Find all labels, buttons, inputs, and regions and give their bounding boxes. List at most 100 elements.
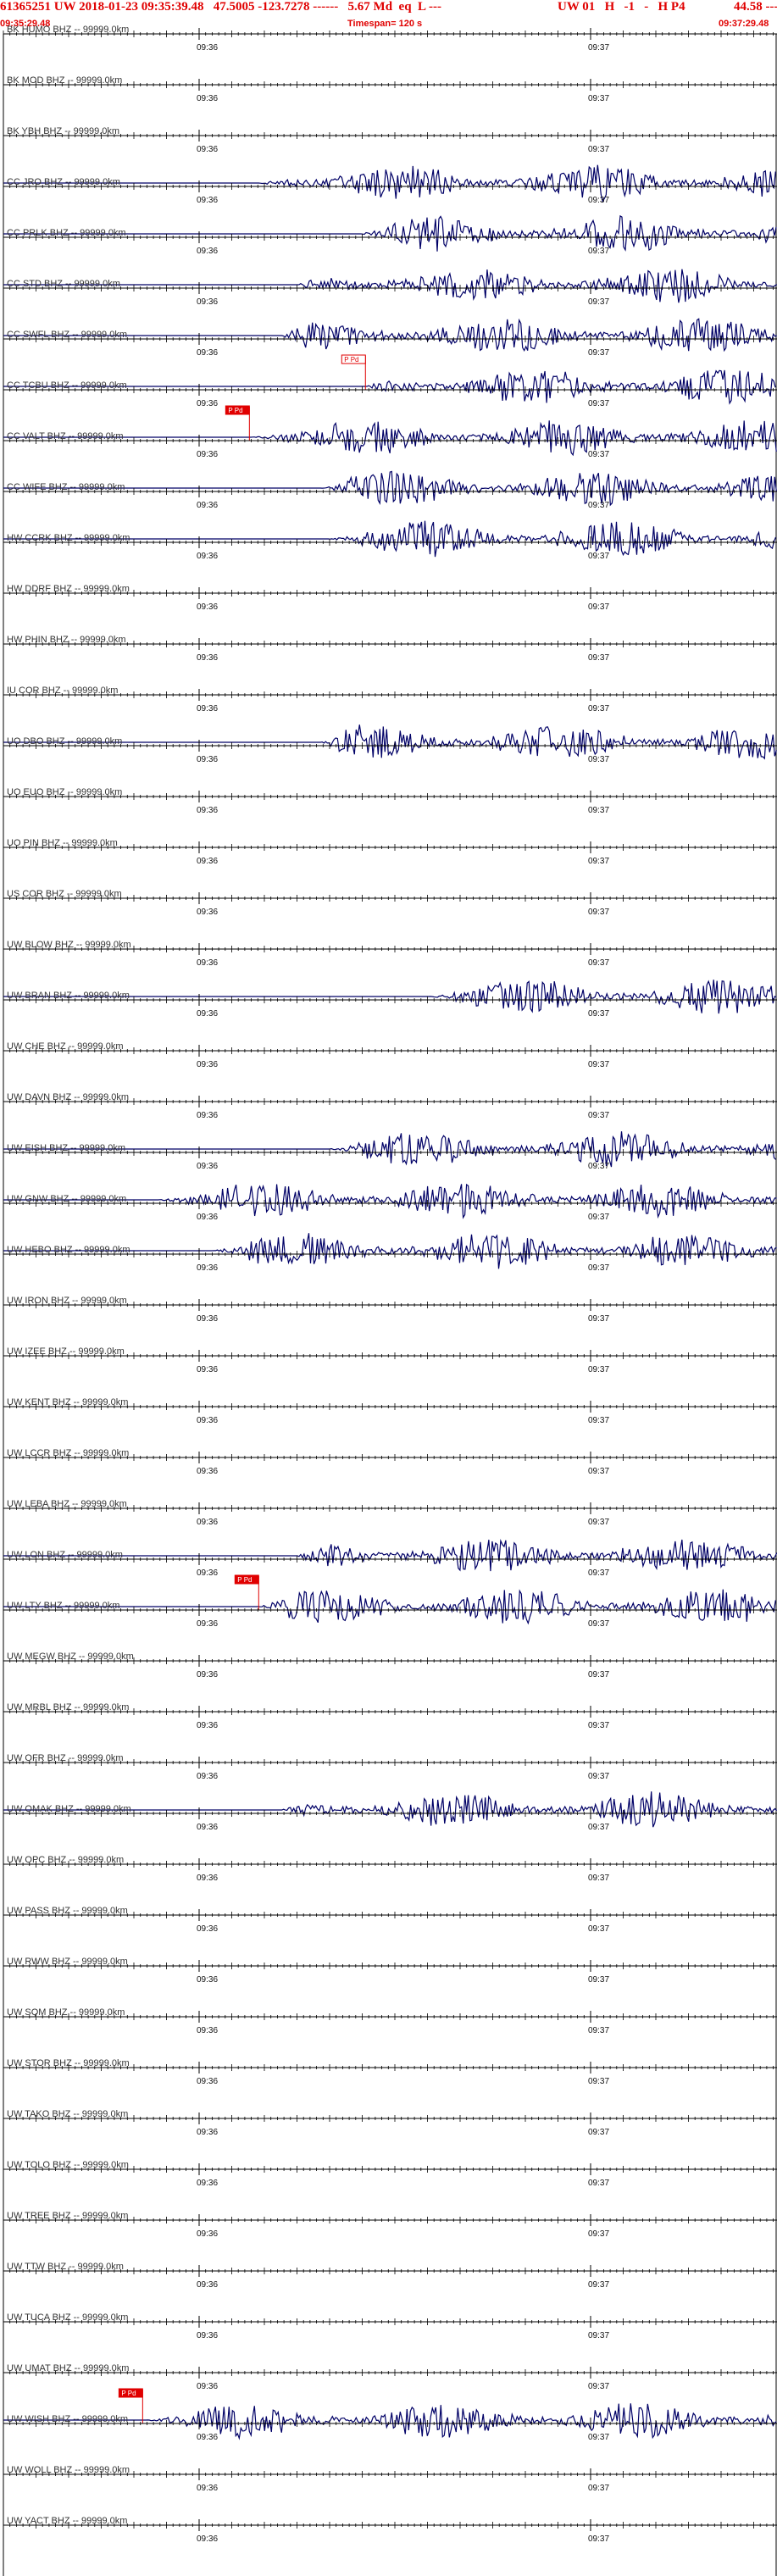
time-label: 09:37 [588,1314,609,1324]
channel-label: UW GNW BHZ -- 99999.0km [7,1194,126,1204]
time-label: 09:36 [197,450,218,459]
time-label: 09:36 [197,1975,218,1985]
time-label: 09:36 [197,602,218,612]
channel-label: HW PHIN BHZ -- 99999.0km [7,635,126,645]
time-label: 09:36 [197,1263,218,1273]
time-label: 09:36 [197,1619,218,1629]
time-label: 09:36 [197,704,218,713]
time-label: 09:37 [588,2534,609,2544]
time-label: 09:37 [588,1518,609,1527]
time-label: 09:37 [588,806,609,815]
time-label: 09:36 [197,247,218,256]
pick-label: P Pd [237,1576,252,1584]
time-label: 09:36 [197,653,218,663]
time-label: 09:37 [588,247,609,256]
channel-label: UW BRAN BHZ -- 99999.0km [7,991,130,1001]
time-label: 09:37 [588,1162,609,1171]
time-label: 09:36 [197,1009,218,1019]
time-label: 09:37 [588,1924,609,1934]
channel-label: CC WIFE BHZ -- 99999.0km [7,482,125,492]
channel-label: CC JRO BHZ -- 99999.0km [7,177,120,187]
channel-label: UW MRBL BHZ -- 99999.0km [7,1702,129,1713]
time-label: 09:36 [197,1416,218,1425]
time-label: 09:37 [588,958,609,968]
time-label: 09:37 [588,2077,609,2086]
channel-label: UW TTW BHZ -- 99999.0km [7,2262,124,2272]
time-label: 09:36 [197,2382,218,2391]
channel-label: HW CCRK BHZ -- 99999.0km [7,533,130,543]
time-label: 09:37 [588,857,609,866]
pick-label: P Pd [228,407,242,414]
channel-label: BK YBH BHZ -- 99999.0km [7,126,119,136]
time-label: 09:36 [197,1823,218,1832]
channel-label: UW YACT BHZ -- 99999.0km [7,2516,127,2526]
channel-label: UW IRON BHZ -- 99999.0km [7,1296,127,1306]
time-label: 09:37 [588,196,609,205]
time-label: 09:37 [588,399,609,408]
channel-label: UO DBO BHZ -- 99999.0km [7,736,122,747]
time-label: 09:36 [197,1568,218,1578]
channel-label: UW OMAK BHZ -- 99999.0km [7,1804,131,1814]
channel-label: UW BLOW BHZ -- 99999.0km [7,940,131,950]
time-label: 09:36 [197,2179,218,2188]
time-label: 09:37 [588,1467,609,1476]
time-label: 09:36 [197,2331,218,2340]
time-label: 09:36 [197,94,218,103]
channel-label: UW WISH BHZ -- 99999.0km [7,2414,128,2424]
time-label: 09:37 [588,1009,609,1019]
time-label: 09:36 [197,1772,218,1781]
time-label: 09:37 [588,1568,609,1578]
channel-label: UW STOR BHZ -- 99999.0km [7,2058,130,2068]
time-label: 09:37 [588,501,609,510]
channel-label: UW CHE BHZ -- 99999.0km [7,1041,124,1052]
time-label: 09:37 [588,2026,609,2035]
channel-label: UW TOLO BHZ -- 99999.0km [7,2160,129,2170]
time-label: 09:36 [197,1518,218,1527]
channel-label: UW TUCA BHZ -- 99999.0km [7,2312,128,2323]
channel-label: BK MOD BHZ -- 99999.0km [7,75,122,86]
time-label: 09:37 [588,2484,609,2493]
time-label: 09:37 [588,1670,609,1679]
time-label: 09:36 [197,552,218,561]
channel-label: UW WOLL BHZ -- 99999.0km [7,2465,130,2475]
channel-label: UW TREE BHZ -- 99999.0km [7,2211,128,2221]
channel-label: UW LCCR BHZ -- 99999.0km [7,1448,129,1458]
seismogram-plot: 09:36 09:37 BK HUMO BHZ -- 99999.0km 09:36 0… [3,25,777,2576]
channel-label: UW PASS BHZ -- 99999.0km [7,1906,128,1916]
time-label: 09:36 [197,2026,218,2035]
time-label: 09:36 [197,806,218,815]
time-label: 09:37 [588,2128,609,2137]
channel-label: UO PIN BHZ -- 99999.0km [7,838,118,848]
time-label: 09:37 [588,908,609,917]
time-label: 09:36 [197,1874,218,1883]
time-label: 09:36 [197,1924,218,1934]
time-label: 09:36 [197,1365,218,1374]
pick-label: P Pd [344,356,358,364]
time-label: 09:37 [588,1060,609,1069]
channel-label: UW SQM BHZ -- 99999.0km [7,2007,125,2018]
time-label: 09:37 [588,2280,609,2290]
time-label: 09:37 [588,2382,609,2391]
time-label: 09:36 [197,1314,218,1324]
time-label: 09:36 [197,2534,218,2544]
time-label: 09:37 [588,297,609,307]
time-label: 09:37 [588,1619,609,1629]
time-label: 09:37 [588,1823,609,1832]
time-label: 09:37 [588,755,609,764]
time-label: 09:37 [588,1721,609,1730]
time-label: 09:37 [588,2179,609,2188]
channel-label: UO EUO BHZ -- 99999.0km [7,787,122,797]
time-label: 09:37 [588,1213,609,1222]
channel-label: UW LON BHZ -- 99999.0km [7,1550,123,1560]
time-label: 09:36 [197,908,218,917]
time-label: 09:37 [588,1111,609,1120]
channel-label: UW LEBA BHZ -- 99999.0km [7,1499,127,1509]
time-label: 09:36 [197,297,218,307]
time-label: 09:36 [197,1721,218,1730]
time-label: 09:36 [197,958,218,968]
time-label: 09:37 [588,43,609,53]
time-label: 09:36 [197,2128,218,2137]
time-label: 09:36 [197,1670,218,1679]
channel-label: UW UMAT BHZ -- 99999.0km [7,2363,129,2373]
channel-label: UW RWW BHZ -- 99999.0km [7,1957,128,1967]
